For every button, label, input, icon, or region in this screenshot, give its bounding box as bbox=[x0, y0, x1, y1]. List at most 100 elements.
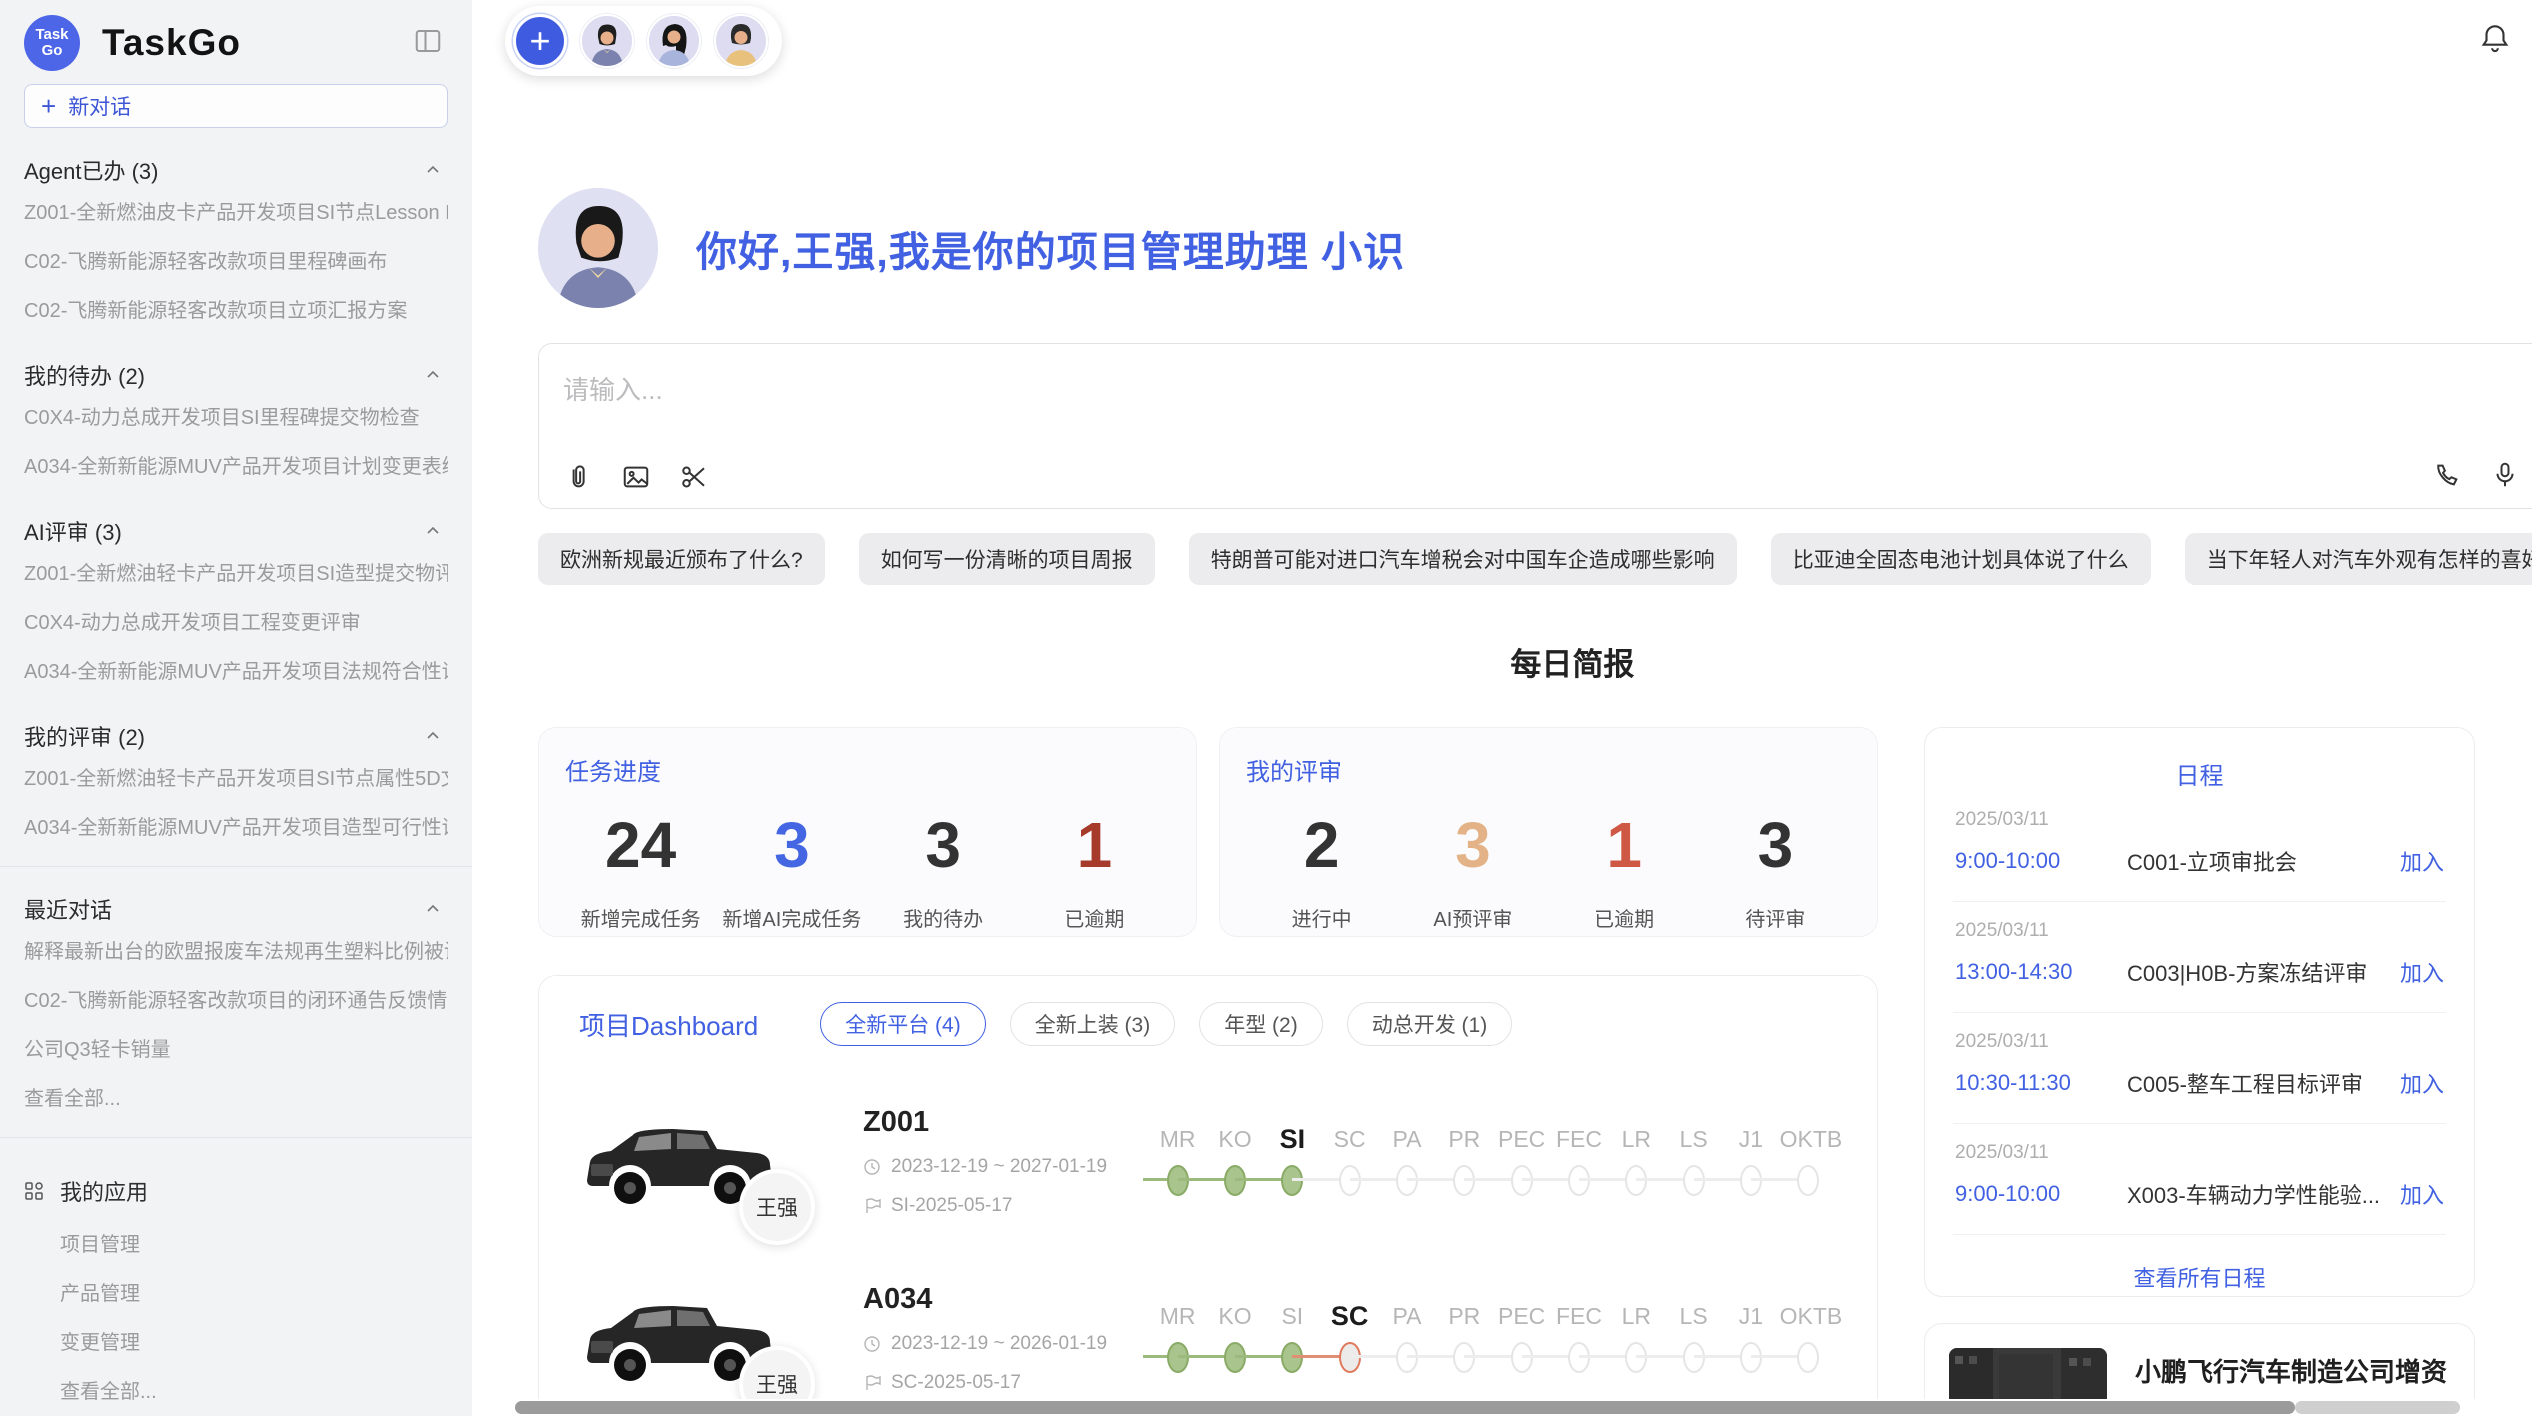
stat-value: 3 bbox=[868, 809, 1019, 881]
milestone: PR bbox=[1436, 1118, 1493, 1206]
stat-value: 1 bbox=[1019, 809, 1170, 881]
section-header[interactable]: Agent已办 (3) bbox=[24, 154, 448, 186]
sidebar-item[interactable]: A034-全新新能源MUV产品开发项目造型可行性评审 bbox=[24, 801, 448, 850]
section-my-apps: 我的应用 项目管理 产品管理 变更管理 查看全部... 我的云空间 我的收藏 bbox=[24, 1164, 448, 1416]
app-link-change[interactable]: 变更管理 bbox=[24, 1316, 448, 1365]
scissors-icon[interactable] bbox=[679, 462, 709, 492]
section-header[interactable]: 我的评审 (2) bbox=[24, 720, 448, 752]
sidebar-item[interactable]: Z001-全新燃油轻卡产品开发项目SI造型提交物评审 bbox=[24, 547, 448, 596]
section-header[interactable]: 最近对话 bbox=[24, 893, 448, 925]
sidebar-item[interactable]: C02-飞腾新能源轻客改款项目立项汇报方案 bbox=[24, 284, 448, 333]
section-title: Agent已办 (3) bbox=[24, 154, 159, 186]
milestone: PR bbox=[1436, 1295, 1493, 1383]
join-button[interactable]: 加入 bbox=[2400, 845, 2444, 877]
logo-text-bottom: Go bbox=[42, 43, 63, 59]
event-name: C001-立项审批会 bbox=[2127, 845, 2400, 877]
project-row-z001[interactable]: 王强 Z001 2023-12-19 ~ 2027-01-19 SI-2025-… bbox=[579, 1100, 1837, 1223]
add-session-button[interactable]: + bbox=[513, 14, 567, 68]
suggestion-chip[interactable]: 如何写一份清晰的项目周报 bbox=[859, 533, 1155, 585]
tab-year-model[interactable]: 年型 (2) bbox=[1199, 1002, 1323, 1046]
event-date: 2025/03/11 bbox=[1955, 920, 2444, 942]
suggestion-chip[interactable]: 特朗普可能对进口汽车增税会对中国车企造成哪些影响 bbox=[1189, 533, 1737, 585]
sidebar-item[interactable]: A034-全新新能源MUV产品开发项目计划变更表编写 bbox=[24, 440, 448, 489]
tab-powertrain[interactable]: 动总开发 (1) bbox=[1347, 1002, 1513, 1046]
stat-value: 3 bbox=[716, 809, 867, 881]
milestone: SC bbox=[1321, 1118, 1378, 1206]
sidebar-item[interactable]: C0X4-动力总成开发项目SI里程碑提交物检查 bbox=[24, 391, 448, 440]
schedule-event: 2025/03/11 9:00-10:00 X003-车辆动力学性能验... 加… bbox=[1953, 1124, 2446, 1235]
recent-chat-item[interactable]: 公司Q3轻卡销量 bbox=[24, 1023, 448, 1072]
project-image: 王强 bbox=[579, 1277, 791, 1400]
event-name: X003-车辆动力学性能验... bbox=[2127, 1178, 2400, 1210]
suggestion-chip[interactable]: 比亚迪全固态电池计划具体说了什么 bbox=[1771, 533, 2151, 585]
milestone: FEC bbox=[1550, 1118, 1607, 1206]
project-name: A034 bbox=[863, 1283, 1131, 1316]
assistant-avatar bbox=[538, 188, 658, 308]
stat-my-todo: 3 我的待办 bbox=[868, 809, 1019, 932]
milestone: LS bbox=[1665, 1118, 1722, 1206]
new-chat-button[interactable]: + 新对话 bbox=[24, 84, 448, 128]
section-recent-chats: 最近对话 解释最新出台的欧盟报废车法规再生塑料比例被调至15%... C02-飞… bbox=[24, 893, 448, 1121]
bell-icon[interactable] bbox=[2478, 22, 2512, 61]
recent-chat-item[interactable]: 解释最新出台的欧盟报废车法规再生塑料比例被调至15%... bbox=[24, 925, 448, 974]
stat-value: 24 bbox=[565, 809, 716, 881]
scrollbar-thumb[interactable] bbox=[515, 1401, 2295, 1414]
tab-new-platform[interactable]: 全新平台 (4) bbox=[820, 1002, 986, 1046]
stat-value: 1 bbox=[1549, 809, 1700, 881]
view-all-apps-link[interactable]: 查看全部... bbox=[24, 1365, 448, 1414]
section-title: 我的待办 (2) bbox=[24, 359, 145, 391]
join-button[interactable]: 加入 bbox=[2400, 956, 2444, 988]
tab-new-body[interactable]: 全新上装 (3) bbox=[1010, 1002, 1176, 1046]
project-row-a034[interactable]: 王强 A034 2023-12-19 ~ 2026-01-19 SC-2025-… bbox=[579, 1277, 1837, 1400]
app-link-product[interactable]: 产品管理 bbox=[24, 1267, 448, 1316]
app-link-project[interactable]: 项目管理 bbox=[24, 1218, 448, 1267]
my-apps-label: 我的应用 bbox=[60, 1175, 148, 1207]
join-button[interactable]: 加入 bbox=[2400, 1067, 2444, 1099]
recent-chat-item[interactable]: C02-飞腾新能源轻客改款项目的闭环通告反馈情况 bbox=[24, 974, 448, 1023]
project-owner-avatar: 王强 bbox=[739, 1169, 815, 1245]
sidebar: Task Go TaskGo + 新对话 Agent已办 (3) Z001-全新… bbox=[0, 0, 472, 1416]
milestone: OKTB bbox=[1780, 1295, 1837, 1383]
section-my-todo: 我的待办 (2) C0X4-动力总成开发项目SI里程碑提交物检查 A034-全新… bbox=[24, 359, 448, 489]
chevron-up-icon bbox=[426, 524, 440, 538]
my-apps-header[interactable]: 我的应用 bbox=[24, 1164, 448, 1218]
sidebar-item[interactable]: C0X4-动力总成开发项目工程变更评审 bbox=[24, 596, 448, 645]
scrollbar-thumb-secondary[interactable] bbox=[2295, 1401, 2460, 1414]
image-icon[interactable] bbox=[621, 462, 651, 492]
paperclip-icon[interactable] bbox=[563, 462, 593, 492]
suggestion-chip[interactable]: 欧洲新规最近颁布了什么? bbox=[538, 533, 825, 585]
stat-label: 我的待办 bbox=[868, 903, 1019, 932]
milestone: J1 bbox=[1722, 1118, 1779, 1206]
chat-input[interactable] bbox=[539, 344, 2532, 424]
milestone: SI bbox=[1264, 1295, 1321, 1383]
session-avatar-1[interactable] bbox=[580, 14, 634, 68]
milestone: J1 bbox=[1722, 1295, 1779, 1383]
phone-icon[interactable] bbox=[2432, 460, 2462, 490]
section-header[interactable]: 我的待办 (2) bbox=[24, 359, 448, 391]
suggestion-chip[interactable]: 当下年轻人对汽车外观有怎样的喜好趋势 bbox=[2185, 533, 2532, 585]
event-date: 2025/03/11 bbox=[1955, 1142, 2444, 1164]
view-all-chats-link[interactable]: 查看全部... bbox=[24, 1072, 448, 1121]
sidebar-item[interactable]: A034-全新新能源MUV产品开发项目法规符合性评审 bbox=[24, 645, 448, 694]
clock-icon bbox=[863, 1158, 881, 1176]
stat-label: 待评审 bbox=[1700, 903, 1851, 932]
panel-collapse-icon[interactable] bbox=[412, 26, 444, 61]
sidebar-item[interactable]: Z001-全新燃油轻卡产品开发项目SI节点属性5D文件评审 bbox=[24, 752, 448, 801]
section-header[interactable]: AI评审 (3) bbox=[24, 515, 448, 547]
event-date: 2025/03/11 bbox=[1955, 1031, 2444, 1053]
taskgo-logo: Task Go bbox=[24, 15, 80, 71]
sidebar-item[interactable]: C02-飞腾新能源轻客改款项目里程碑画布 bbox=[24, 235, 448, 284]
join-button[interactable]: 加入 bbox=[2400, 1178, 2444, 1210]
project-info: A034 2023-12-19 ~ 2026-01-19 SC-2025-05-… bbox=[863, 1283, 1131, 1394]
flag-icon bbox=[863, 1374, 881, 1392]
milestone: FEC bbox=[1550, 1295, 1607, 1383]
session-avatar-3[interactable] bbox=[714, 14, 768, 68]
milestone: PEC bbox=[1493, 1295, 1550, 1383]
event-time: 9:00-10:00 bbox=[1955, 848, 2127, 874]
milestone: PEC bbox=[1493, 1118, 1550, 1206]
mic-icon[interactable] bbox=[2490, 460, 2520, 490]
sidebar-item[interactable]: Z001-全新燃油皮卡产品开发项目SI节点Lesson Learn报告 bbox=[24, 186, 448, 235]
left-column: 任务进度 24 新增完成任务 3 新增AI完成任务 3 bbox=[538, 727, 1878, 1416]
session-avatar-2[interactable] bbox=[647, 14, 701, 68]
view-all-schedule-link[interactable]: 查看所有日程 bbox=[1953, 1261, 2446, 1293]
